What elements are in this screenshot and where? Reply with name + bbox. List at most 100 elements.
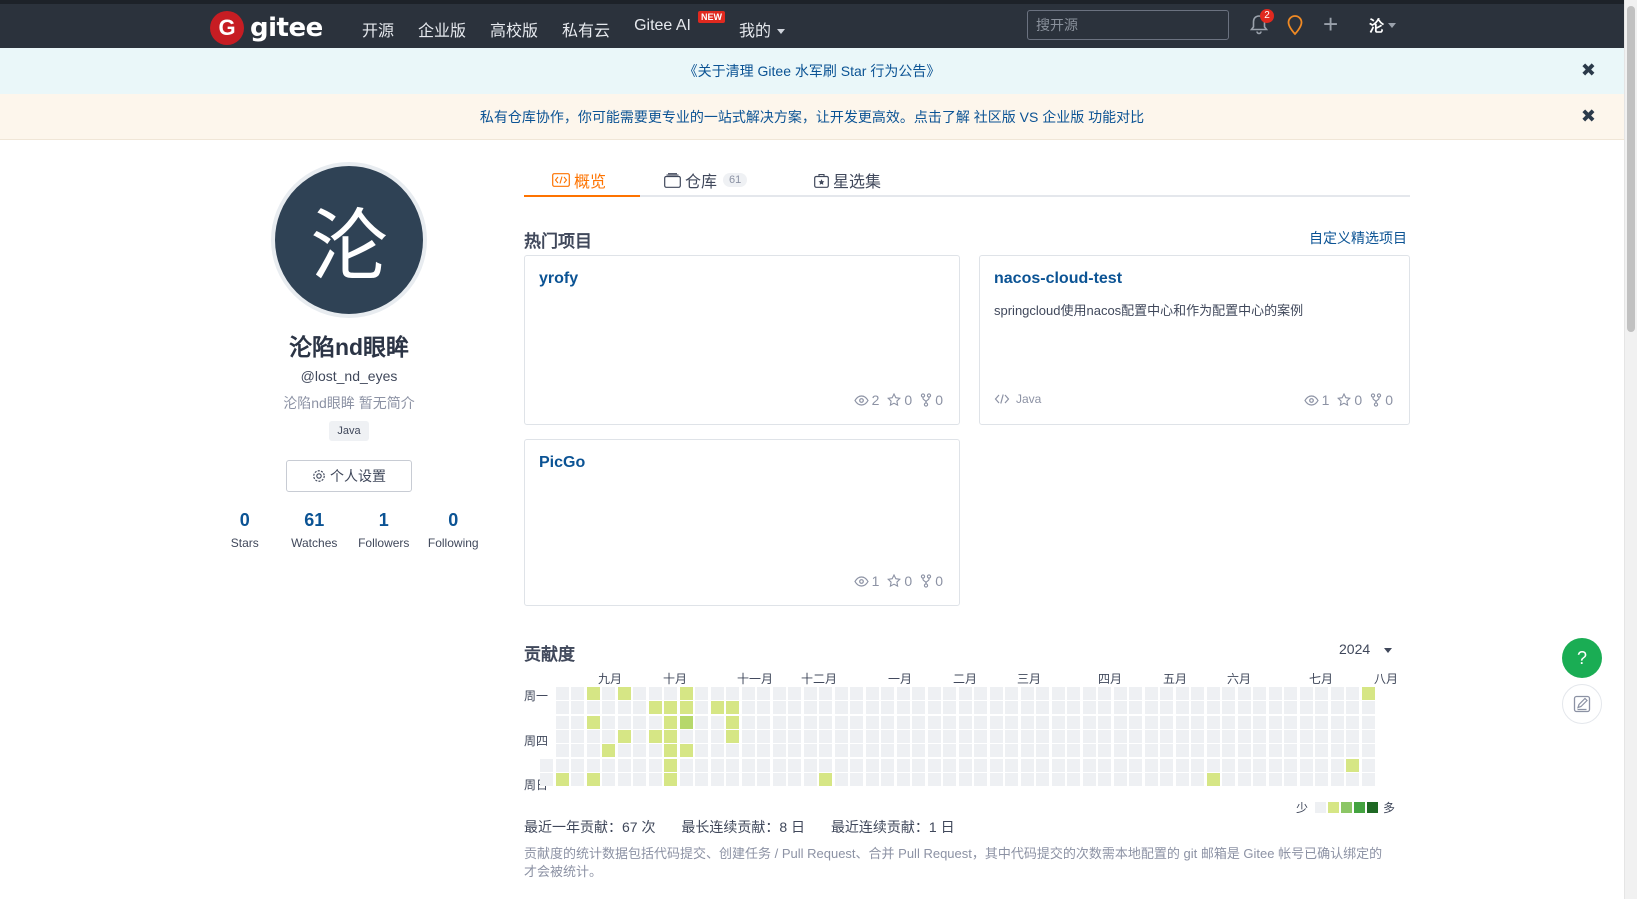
contribution-cell[interactable] bbox=[1222, 701, 1235, 715]
contribution-cell[interactable] bbox=[989, 744, 1003, 758]
contribution-cell[interactable] bbox=[927, 744, 941, 758]
contribution-cell[interactable] bbox=[896, 744, 910, 758]
contribution-cell[interactable] bbox=[648, 687, 662, 700]
contribution-cell[interactable] bbox=[943, 772, 956, 786]
contribution-cell[interactable] bbox=[679, 687, 693, 700]
contribution-cell[interactable] bbox=[664, 687, 677, 700]
project-card[interactable]: PicGo 1 0 0 bbox=[524, 439, 960, 606]
contribution-cell[interactable] bbox=[974, 715, 987, 729]
contribution-cell[interactable] bbox=[1222, 772, 1235, 786]
contribution-cell[interactable] bbox=[896, 772, 910, 786]
contribution-cell[interactable] bbox=[1253, 701, 1266, 715]
contribution-cell[interactable] bbox=[1129, 772, 1142, 786]
contribution-cell[interactable] bbox=[741, 744, 755, 758]
close-icon[interactable]: ✖ bbox=[1581, 106, 1596, 127]
contribution-cell[interactable] bbox=[819, 772, 832, 786]
contribution-cell[interactable] bbox=[989, 701, 1003, 715]
contribution-cell[interactable] bbox=[958, 715, 972, 729]
contribution-cell[interactable] bbox=[1036, 715, 1049, 729]
contribution-cell[interactable] bbox=[819, 729, 832, 743]
contribution-cell[interactable] bbox=[1346, 715, 1359, 729]
nav-link-enterprise[interactable]: 企业版 bbox=[418, 17, 466, 41]
contribution-cell[interactable] bbox=[1160, 701, 1173, 715]
contribution-cell[interactable] bbox=[1284, 729, 1297, 743]
contribution-cell[interactable] bbox=[1005, 715, 1018, 729]
contribution-cell[interactable] bbox=[865, 758, 879, 772]
contribution-cell[interactable] bbox=[958, 729, 972, 743]
contribution-cell[interactable] bbox=[1067, 687, 1080, 700]
contribution-cell[interactable] bbox=[1330, 744, 1344, 758]
contribution-cell[interactable] bbox=[1191, 715, 1204, 729]
contribution-cell[interactable] bbox=[881, 715, 894, 729]
contribution-cell[interactable] bbox=[1346, 687, 1359, 700]
contribution-cell[interactable] bbox=[710, 687, 724, 700]
contribution-cell[interactable] bbox=[757, 772, 770, 786]
contribution-cell[interactable] bbox=[803, 715, 817, 729]
contribution-cell[interactable] bbox=[633, 772, 646, 786]
contribution-cell[interactable] bbox=[1051, 687, 1065, 700]
contribution-cell[interactable] bbox=[989, 758, 1003, 772]
contribution-cell[interactable] bbox=[1299, 758, 1313, 772]
contribution-cell[interactable] bbox=[1268, 772, 1282, 786]
stat-followers[interactable]: 1 Followers bbox=[349, 508, 419, 550]
contribution-cell[interactable] bbox=[1036, 687, 1049, 700]
personal-settings-button[interactable]: 个人设置 bbox=[286, 460, 412, 492]
location-pin-icon[interactable] bbox=[1285, 14, 1305, 36]
contribution-cell[interactable] bbox=[602, 758, 615, 772]
contribution-cell[interactable] bbox=[710, 758, 724, 772]
contribution-cell[interactable] bbox=[803, 772, 817, 786]
contribution-cell[interactable] bbox=[850, 701, 863, 715]
contribution-cell[interactable] bbox=[927, 772, 941, 786]
contribution-cell[interactable] bbox=[865, 729, 879, 743]
close-icon[interactable]: ✖ bbox=[1581, 60, 1596, 81]
contribution-cell[interactable] bbox=[927, 758, 941, 772]
contribution-cell[interactable] bbox=[1113, 715, 1127, 729]
contribution-cell[interactable] bbox=[695, 758, 708, 772]
contribution-cell[interactable] bbox=[1160, 729, 1173, 743]
contribution-cell[interactable] bbox=[1144, 744, 1158, 758]
contribution-cell[interactable] bbox=[664, 701, 677, 715]
contribution-cell[interactable] bbox=[1036, 758, 1049, 772]
language-tag[interactable]: Java bbox=[329, 421, 369, 441]
contribution-cell[interactable] bbox=[664, 758, 677, 772]
contribution-cell[interactable] bbox=[633, 687, 646, 700]
contribution-cell[interactable] bbox=[881, 687, 894, 700]
contribution-cell[interactable] bbox=[1299, 744, 1313, 758]
contribution-cell[interactable] bbox=[757, 715, 770, 729]
contribution-cell[interactable] bbox=[788, 772, 801, 786]
contribution-cell[interactable] bbox=[1051, 715, 1065, 729]
contribution-cell[interactable] bbox=[1284, 687, 1297, 700]
contribution-cell[interactable] bbox=[1082, 772, 1096, 786]
contribution-cell[interactable] bbox=[571, 772, 584, 786]
contribution-cell[interactable] bbox=[943, 758, 956, 772]
contribution-cell[interactable] bbox=[974, 758, 987, 772]
contribution-cell[interactable] bbox=[1315, 687, 1328, 700]
contribution-cell[interactable] bbox=[834, 772, 848, 786]
contribution-cell[interactable] bbox=[865, 701, 879, 715]
plus-icon[interactable]: + bbox=[1323, 11, 1338, 37]
contribution-cell[interactable] bbox=[555, 772, 569, 786]
contribution-cell[interactable] bbox=[1020, 701, 1034, 715]
contribution-cell[interactable] bbox=[834, 715, 848, 729]
contribution-cell[interactable] bbox=[726, 744, 739, 758]
contribution-cell[interactable] bbox=[1082, 687, 1096, 700]
contribution-cell[interactable] bbox=[1067, 758, 1080, 772]
contribution-cell[interactable] bbox=[757, 701, 770, 715]
contribution-cell[interactable] bbox=[741, 701, 755, 715]
contribution-cell[interactable] bbox=[912, 701, 925, 715]
contribution-cell[interactable] bbox=[974, 701, 987, 715]
contribution-cell[interactable] bbox=[834, 687, 848, 700]
contribution-cell[interactable] bbox=[617, 729, 631, 743]
contribution-cell[interactable] bbox=[865, 772, 879, 786]
contribution-cell[interactable] bbox=[927, 715, 941, 729]
contribution-cell[interactable] bbox=[989, 715, 1003, 729]
contribution-cell[interactable] bbox=[679, 715, 693, 729]
contribution-cell[interactable] bbox=[1222, 744, 1235, 758]
year-select[interactable]: 2024 bbox=[1339, 641, 1393, 657]
contribution-cell[interactable] bbox=[912, 758, 925, 772]
contribution-cell[interactable] bbox=[1268, 744, 1282, 758]
contribution-cell[interactable] bbox=[803, 758, 817, 772]
contribution-cell[interactable] bbox=[1113, 758, 1127, 772]
contribution-cell[interactable] bbox=[772, 744, 786, 758]
contribution-cell[interactable] bbox=[1268, 729, 1282, 743]
